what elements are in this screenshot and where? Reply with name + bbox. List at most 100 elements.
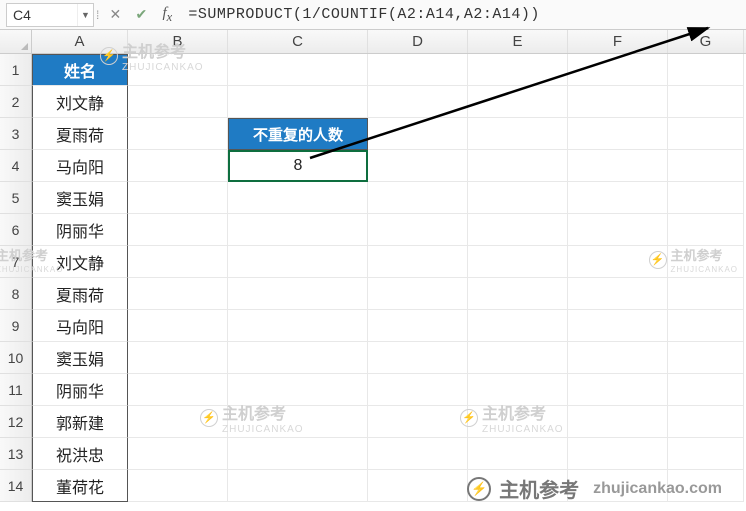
- cell[interactable]: [368, 118, 468, 150]
- cell[interactable]: [668, 182, 744, 214]
- cell[interactable]: [128, 118, 228, 150]
- fx-icon[interactable]: fx: [154, 3, 180, 27]
- col-header-g[interactable]: G: [668, 30, 744, 53]
- cell[interactable]: [568, 150, 668, 182]
- cell[interactable]: [468, 182, 568, 214]
- cell-a[interactable]: 阴丽华: [32, 374, 128, 406]
- col-header-b[interactable]: B: [128, 30, 228, 53]
- accept-formula-button[interactable]: ✔: [128, 3, 154, 27]
- col-header-c[interactable]: C: [228, 30, 368, 53]
- cell[interactable]: [368, 86, 468, 118]
- cell-a[interactable]: 董荷花: [32, 470, 128, 502]
- name-box[interactable]: C4 ▼: [6, 3, 94, 27]
- select-all-corner[interactable]: [0, 30, 32, 53]
- cell[interactable]: [228, 406, 368, 438]
- cell[interactable]: [468, 118, 568, 150]
- cell[interactable]: [128, 278, 228, 310]
- cell[interactable]: [468, 278, 568, 310]
- cell[interactable]: [468, 342, 568, 374]
- cell[interactable]: [228, 470, 368, 502]
- cell[interactable]: [128, 150, 228, 182]
- cell[interactable]: [568, 374, 668, 406]
- cell-a[interactable]: 祝洪忠: [32, 438, 128, 470]
- cell[interactable]: [368, 374, 468, 406]
- cell-a[interactable]: 窦玉娟: [32, 342, 128, 374]
- col-header-f[interactable]: F: [568, 30, 668, 53]
- cell[interactable]: [368, 214, 468, 246]
- cell-a[interactable]: 马向阳: [32, 310, 128, 342]
- cell-a[interactable]: 马向阳: [32, 150, 128, 182]
- cell[interactable]: [568, 342, 668, 374]
- cell[interactable]: [228, 438, 368, 470]
- cell[interactable]: [128, 406, 228, 438]
- cell-a[interactable]: 夏雨荷: [32, 278, 128, 310]
- row-header[interactable]: 2: [0, 86, 31, 118]
- row-header[interactable]: 14: [0, 470, 31, 502]
- row-header[interactable]: 1: [0, 54, 31, 86]
- cell[interactable]: [668, 118, 744, 150]
- cell[interactable]: [368, 470, 468, 502]
- cell[interactable]: [368, 246, 468, 278]
- cell[interactable]: [228, 54, 368, 86]
- row-header[interactable]: 5: [0, 182, 31, 214]
- cell[interactable]: [568, 54, 668, 86]
- cell[interactable]: [568, 406, 668, 438]
- cell[interactable]: [228, 310, 368, 342]
- cell[interactable]: [668, 374, 744, 406]
- cell[interactable]: [568, 182, 668, 214]
- cell[interactable]: [668, 278, 744, 310]
- cell[interactable]: [368, 310, 468, 342]
- cell[interactable]: [668, 54, 744, 86]
- cell[interactable]: [468, 150, 568, 182]
- cell[interactable]: [468, 438, 568, 470]
- row-header[interactable]: 12: [0, 406, 31, 438]
- cell[interactable]: [468, 246, 568, 278]
- cell[interactable]: [128, 438, 228, 470]
- cell[interactable]: [468, 406, 568, 438]
- cell[interactable]: [568, 246, 668, 278]
- row-header[interactable]: 6: [0, 214, 31, 246]
- cell[interactable]: [128, 342, 228, 374]
- cell[interactable]: [128, 374, 228, 406]
- cell[interactable]: [228, 214, 368, 246]
- cell[interactable]: [468, 310, 568, 342]
- cell[interactable]: [668, 438, 744, 470]
- cell[interactable]: [468, 54, 568, 86]
- cell[interactable]: [368, 406, 468, 438]
- col-header-e[interactable]: E: [468, 30, 568, 53]
- row-header[interactable]: 10: [0, 342, 31, 374]
- cell-a1-header[interactable]: 姓名: [32, 54, 128, 86]
- cell[interactable]: [228, 182, 368, 214]
- cell-a[interactable]: 郭新建: [32, 406, 128, 438]
- cell[interactable]: [228, 342, 368, 374]
- chevron-down-icon[interactable]: ▼: [77, 4, 93, 26]
- cell-a[interactable]: 刘文静: [32, 86, 128, 118]
- cell[interactable]: [568, 86, 668, 118]
- formula-input[interactable]: =SUMPRODUCT(1/COUNTIF(A2:A14,A2:A14)): [180, 6, 746, 23]
- row-header[interactable]: 3: [0, 118, 31, 150]
- cell[interactable]: [128, 470, 228, 502]
- cell[interactable]: [128, 310, 228, 342]
- cell[interactable]: [368, 182, 468, 214]
- cell[interactable]: [668, 86, 744, 118]
- cell-a[interactable]: 夏雨荷: [32, 118, 128, 150]
- cell[interactable]: [128, 246, 228, 278]
- cell[interactable]: [228, 86, 368, 118]
- row-header[interactable]: 11: [0, 374, 31, 406]
- cancel-formula-button[interactable]: ✕: [102, 3, 128, 27]
- cell-c4-active[interactable]: 8: [228, 150, 368, 182]
- cell[interactable]: [568, 278, 668, 310]
- cell[interactable]: [368, 54, 468, 86]
- cell[interactable]: [568, 214, 668, 246]
- row-header[interactable]: 9: [0, 310, 31, 342]
- cell[interactable]: [568, 310, 668, 342]
- cell[interactable]: [128, 86, 228, 118]
- cell-a[interactable]: 刘文静: [32, 246, 128, 278]
- row-header[interactable]: 7: [0, 246, 31, 278]
- cell[interactable]: [668, 150, 744, 182]
- cell[interactable]: [668, 406, 744, 438]
- col-header-a[interactable]: A: [32, 30, 128, 53]
- cell[interactable]: [128, 54, 228, 86]
- cell-a[interactable]: 窦玉娟: [32, 182, 128, 214]
- row-header[interactable]: 8: [0, 278, 31, 310]
